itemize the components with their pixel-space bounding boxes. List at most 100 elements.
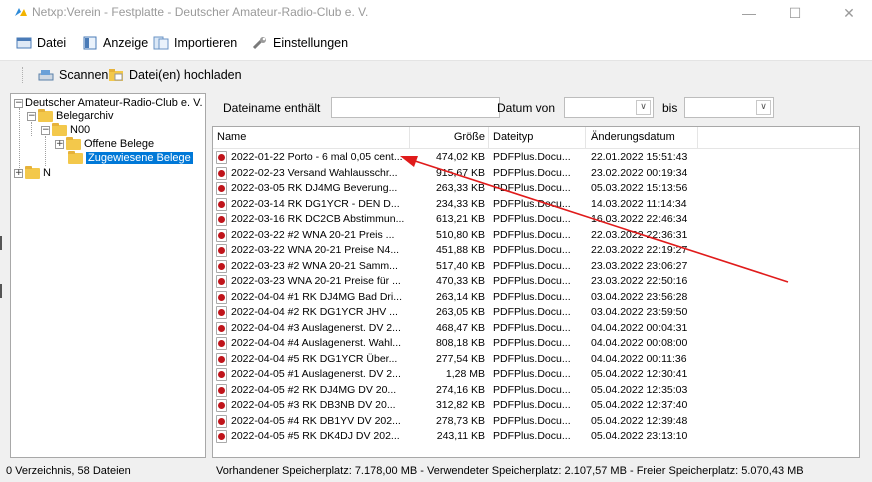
column-header-type[interactable]: Dateityp — [493, 131, 533, 143]
folder-tree[interactable]: − Deutscher Amateur-Radio-Club e. V. − B… — [10, 93, 206, 458]
tree-node-n00[interactable]: − N00 — [41, 122, 90, 137]
menu-einstellungen[interactable]: Einstellungen — [252, 26, 348, 60]
cell-modified: 04.04.2022 00:11:36 — [591, 352, 687, 365]
cell-size: 243,11 KB — [436, 430, 485, 442]
cell-name: 2022-03-05 RK DJ4MG Beverung... — [231, 182, 398, 194]
table-row[interactable]: 2022-04-04 #1 RK DJ4MG Bad Dri... 263,14 … — [213, 290, 859, 306]
column-divider[interactable] — [409, 127, 410, 149]
tree-node-n[interactable]: + N — [14, 165, 51, 180]
table-row[interactable]: 2022-04-05 #4 RK DB1YV DV 202... 278,73 K… — [213, 414, 859, 430]
expand-icon[interactable]: + — [55, 139, 64, 149]
pdf-file-icon — [216, 275, 227, 288]
cell-size: 263,14 KB — [435, 290, 485, 303]
maximize-button[interactable]: ☐ — [772, 0, 818, 26]
table-row[interactable]: 2022-01-22 Porto - 6 mal 0,05 cent... 474… — [213, 150, 859, 166]
expand-icon[interactable]: + — [14, 168, 23, 178]
table-row[interactable]: 2022-03-22 WNA 20-21 Preise N4... 451,88 … — [213, 243, 859, 259]
pdf-file-icon — [216, 213, 227, 226]
menu-datei[interactable]: Datei — [16, 26, 66, 60]
table-row[interactable]: 2022-04-04 #4 Auslagenerst. Wahl... 808,1… — [213, 336, 859, 352]
column-header-modified[interactable]: Änderungsdatum — [591, 131, 675, 143]
filename-filter-input[interactable] — [331, 97, 500, 118]
date-from-select[interactable]: ∨ — [564, 97, 654, 118]
table-row[interactable]: 2022-03-22 #2 WNA 20-21 Preis ... 510,80 … — [213, 228, 859, 244]
cell-type: PDFPlus.Docu... — [493, 399, 571, 411]
column-divider[interactable] — [585, 127, 586, 149]
cell-name: 2022-03-22 #2 WNA 20-21 Preis ... — [231, 228, 395, 241]
close-button[interactable]: ✕ — [826, 0, 872, 26]
cell-type: PDFPlus.Docu... — [493, 166, 571, 179]
cell-size: 517,40 KB — [435, 259, 485, 272]
column-header-name[interactable]: Name — [217, 131, 246, 143]
status-storage: Vorhandener Speicherplatz: 7.178,00 MB -… — [216, 465, 804, 477]
menu-importieren-label: Importieren — [174, 36, 238, 50]
table-row[interactable]: 2022-04-04 #3 Auslagenerst. DV 2... 468,4… — [213, 321, 859, 337]
cell-name: 2022-03-16 RK DC2CB Abstimmun... — [231, 213, 405, 225]
cell-type: PDFPlus.Docu... — [493, 290, 571, 303]
cell-modified: 23.03.2022 23:06:27 — [591, 259, 688, 272]
column-divider[interactable] — [488, 127, 489, 149]
filename-filter-label: Dateiname enthält — [223, 101, 321, 115]
edge-mark — [0, 236, 2, 250]
column-divider[interactable] — [697, 127, 698, 149]
cell-modified: 14.03.2022 11:14:34 — [591, 197, 687, 210]
toolbar-grip[interactable] — [22, 67, 25, 83]
cell-name: 2022-04-05 #3 RK DB3NB DV 20... — [231, 399, 396, 411]
table-row[interactable]: 2022-04-05 #1 Auslagenerst. DV 2... 1,28 … — [213, 367, 859, 383]
pdf-file-icon — [216, 383, 227, 397]
folder-icon — [38, 108, 53, 122]
collapse-icon[interactable]: − — [27, 111, 36, 121]
cell-type: PDFPlus.Docu... — [493, 383, 571, 396]
tree-node-belegarchiv-label: Belegarchiv — [56, 110, 114, 122]
chevron-down-icon[interactable]: ∨ — [636, 100, 651, 115]
table-row[interactable]: 2022-04-05 #5 RK DK4DJ DV 202... 243,11 K… — [213, 429, 859, 445]
vertical-scrollbar[interactable] — [860, 126, 872, 458]
tree-node-root[interactable]: − Deutscher Amateur-Radio-Club e. V. — [14, 96, 203, 110]
cell-size: 470,33 KB — [435, 275, 485, 287]
cell-size: 274,16 KB — [435, 383, 485, 396]
cell-type: PDFPlus.Docu... — [493, 213, 571, 225]
table-row[interactable]: 2022-03-23 WNA 20-21 Preise für ... 470,3… — [213, 274, 859, 290]
upload-button[interactable]: Datei(en) hochladen — [108, 61, 242, 89]
menu-anzeige[interactable]: Anzeige — [82, 26, 148, 60]
cell-name: 2022-03-22 WNA 20-21 Preise N4... — [231, 244, 400, 256]
minimize-button[interactable]: — — [726, 0, 772, 26]
scan-button[interactable]: Scannen — [38, 61, 108, 89]
collapse-icon[interactable]: − — [14, 98, 23, 108]
cell-type: PDFPlus.Docu... — [493, 430, 571, 442]
pdf-file-icon — [216, 352, 227, 366]
file-list[interactable]: Name Größe Dateityp Änderungsdatum 2022-… — [212, 126, 860, 458]
tree-node-n-label: N — [43, 167, 51, 179]
pdf-file-icon — [216, 259, 227, 273]
chevron-down-icon[interactable]: ∨ — [756, 100, 771, 115]
date-to-select[interactable]: ∨ — [684, 97, 774, 118]
tree-node-zugewiesene-belege-label: Zugewiesene Belege — [86, 152, 193, 164]
cell-size: 808,18 KB — [435, 337, 485, 349]
tree-node-zugewiesene-belege[interactable]: Zugewiesene Belege — [68, 150, 193, 165]
cell-size: 234,33 KB — [435, 197, 485, 210]
table-row[interactable]: 2022-03-05 RK DJ4MG Beverung... 263,33 KB… — [213, 181, 859, 197]
pdf-file-icon — [216, 430, 227, 443]
table-row[interactable]: 2022-03-23 #2 WNA 20-21 Samm... 517,40 KB… — [213, 259, 859, 275]
pdf-file-icon — [216, 321, 227, 335]
pdf-file-icon — [216, 228, 227, 242]
table-row[interactable]: 2022-03-16 RK DC2CB Abstimmun... 613,21 K… — [213, 212, 859, 228]
table-row[interactable]: 2022-04-05 #3 RK DB3NB DV 20... 312,82 KB… — [213, 398, 859, 414]
menu-anzeige-label: Anzeige — [103, 36, 149, 50]
tree-node-belegarchiv[interactable]: − Belegarchiv — [27, 108, 114, 123]
collapse-icon[interactable]: − — [41, 125, 50, 135]
cell-modified: 05.04.2022 12:30:41 — [591, 368, 688, 380]
table-row[interactable]: 2022-04-04 #5 RK DG1YCR Über... 277,54 KB… — [213, 352, 859, 368]
import-icon — [153, 36, 169, 50]
tree-node-offene-belege[interactable]: + Offene Belege — [55, 136, 154, 151]
table-row[interactable]: 2022-04-04 #2 RK DG1YCR JHV ... 263,05 KB… — [213, 305, 859, 321]
folder-icon — [25, 165, 40, 179]
table-row[interactable]: 2022-04-05 #2 RK DJ4MG DV 20... 274,16 KB… — [213, 383, 859, 399]
table-row[interactable]: 2022-02-23 Versand Wahlausschr... 915,67 … — [213, 166, 859, 182]
cell-size: 1,28 MB — [445, 368, 485, 380]
menu-importieren[interactable]: Importieren — [153, 26, 237, 60]
cell-size: 468,47 KB — [435, 321, 485, 334]
table-row[interactable]: 2022-03-14 RK DG1YCR - DEN D... 234,33 KB… — [213, 197, 859, 213]
column-header-size[interactable]: Größe — [413, 131, 485, 143]
cell-name: 2022-03-23 #2 WNA 20-21 Samm... — [231, 259, 398, 272]
